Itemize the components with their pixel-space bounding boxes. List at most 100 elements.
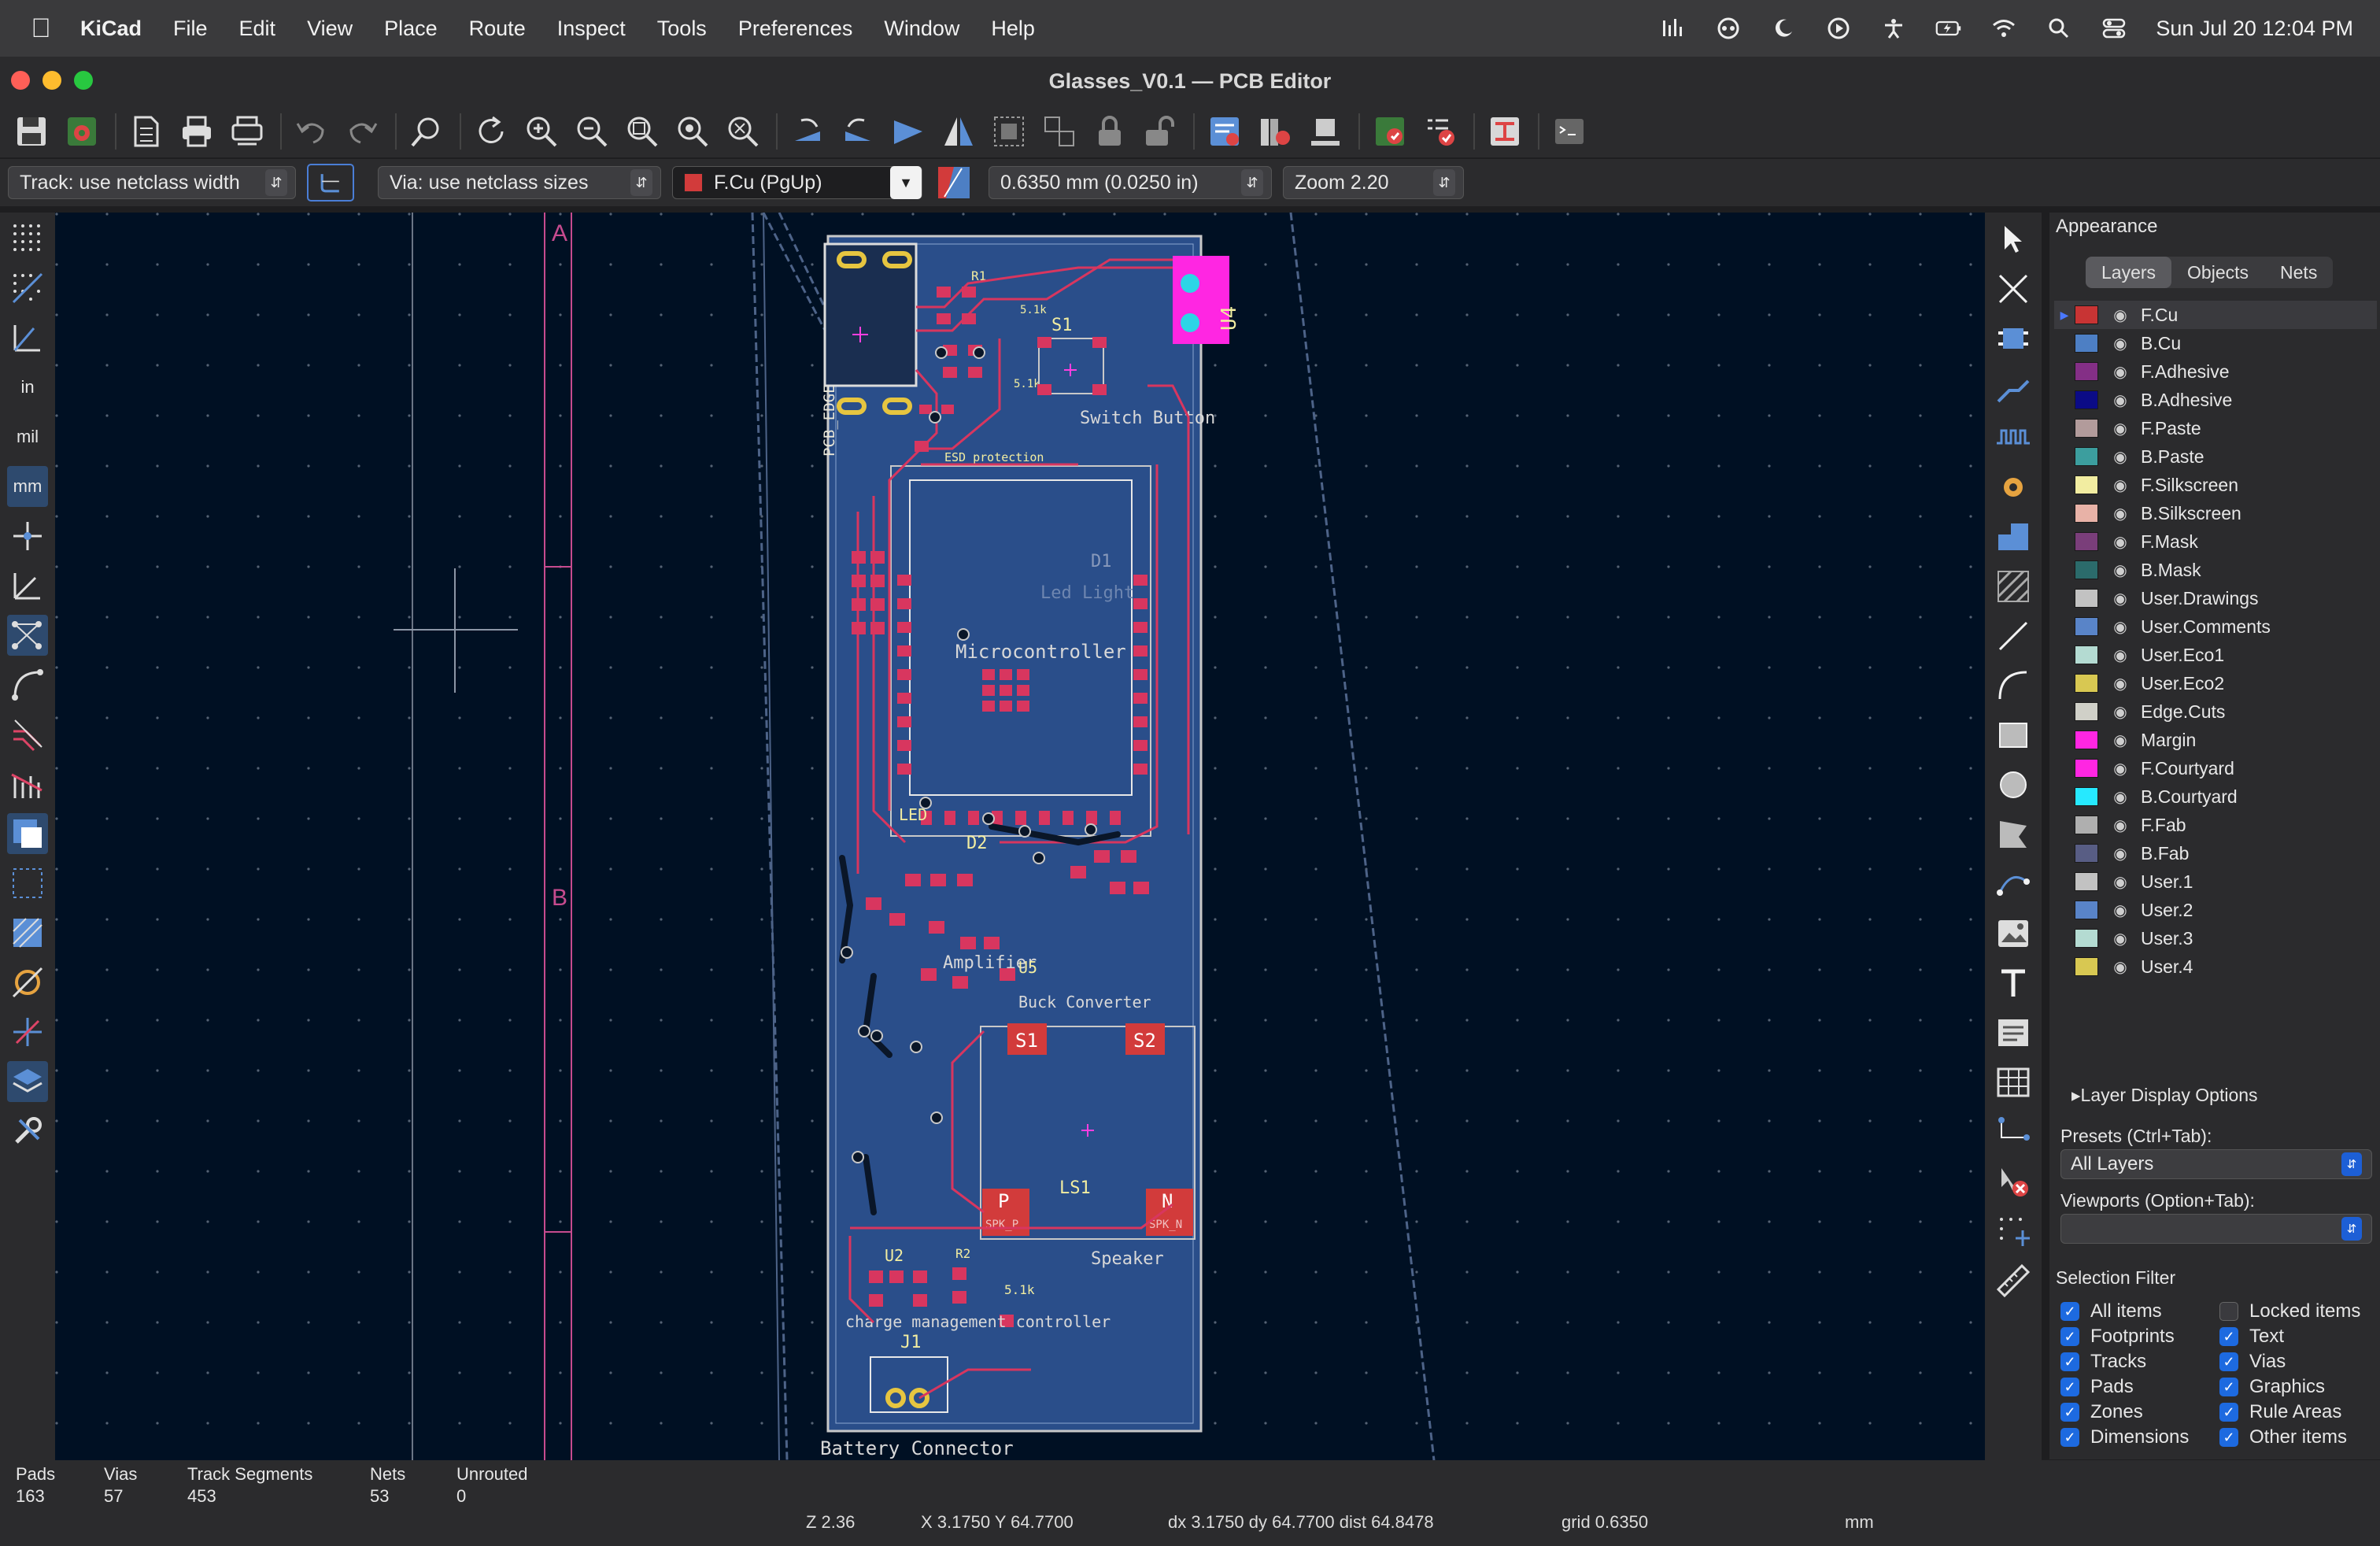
layer-color-swatch[interactable] — [2075, 475, 2098, 494]
layer-row[interactable]: ◉ F.Courtyard — [2054, 754, 2377, 782]
layer-color-swatch[interactable] — [2075, 702, 2098, 721]
draw-rectangle-button[interactable] — [1993, 715, 2034, 756]
layer-display-options-toggle[interactable]: ▸Layer Display Options — [2071, 1085, 2258, 1106]
tune-length-button[interactable] — [1993, 417, 2034, 458]
checkbox[interactable]: ✓ — [2219, 1378, 2238, 1396]
layer-color-swatch[interactable] — [2075, 816, 2098, 834]
draw-polygon-button[interactable] — [1993, 814, 2034, 855]
add-table-button[interactable] — [1993, 1062, 2034, 1103]
footprint-editor-button[interactable] — [1305, 111, 1346, 152]
layer-color-swatch[interactable] — [2075, 334, 2098, 353]
layer-row[interactable]: ◉ User.3 — [2054, 924, 2377, 952]
add-image-button[interactable] — [1993, 913, 2034, 954]
visibility-eye-icon[interactable]: ◉ — [2109, 334, 2131, 353]
filter-checkbox-item[interactable]: ✓ Graphics — [2219, 1376, 2325, 1398]
checkbox[interactable]: ✓ — [2219, 1352, 2238, 1371]
zoom-in-button[interactable] — [521, 111, 562, 152]
visibility-eye-icon[interactable]: ◉ — [2109, 901, 2131, 920]
accessibility-icon[interactable] — [1880, 17, 1907, 40]
zoom-window-button[interactable] — [74, 71, 93, 90]
find-button[interactable] — [406, 111, 447, 152]
rule-area-button[interactable] — [1993, 566, 2034, 607]
filter-checkbox-item[interactable]: ✓ Vias — [2219, 1351, 2286, 1373]
spotlight-search-icon[interactable] — [2046, 17, 2072, 40]
layer-color-swatch[interactable] — [2075, 305, 2098, 324]
visibility-eye-icon[interactable]: ◉ — [2109, 787, 2131, 807]
delete-tool-button[interactable] — [1993, 1161, 2034, 1202]
lock-button[interactable] — [1089, 111, 1130, 152]
layer-row[interactable]: ◉ Edge.Cuts — [2054, 697, 2377, 726]
refresh-button[interactable] — [471, 111, 512, 152]
control-center-icon[interactable] — [2101, 17, 2127, 40]
zone-fill-button[interactable] — [7, 912, 48, 953]
via-size-select[interactable]: Via: use netclass sizes ⇵ — [378, 166, 661, 199]
show-pads-button[interactable] — [7, 764, 48, 804]
layer-color-swatch[interactable] — [2075, 759, 2098, 778]
high-contrast-button[interactable] — [7, 813, 48, 854]
filter-checkbox-item[interactable]: Locked items — [2219, 1300, 2360, 1322]
layer-row[interactable]: ◉ F.Silkscreen — [2054, 471, 2377, 499]
checkbox[interactable]: ✓ — [2060, 1327, 2079, 1346]
angle-snap-button[interactable] — [7, 565, 48, 606]
units-mil-button[interactable]: mil — [7, 416, 48, 457]
menu-place[interactable]: Place — [384, 17, 438, 41]
checkbox[interactable]: ✓ — [2219, 1428, 2238, 1447]
ratsnest-button[interactable] — [7, 615, 48, 656]
undo-button[interactable] — [291, 111, 332, 152]
layer-color-swatch[interactable] — [2075, 560, 2098, 579]
pcb-drawing[interactable]: A B PCB_EDGE U4 R1 5.1k 5.1k S1 Switch B… — [55, 213, 1985, 1460]
filter-checkbox-item[interactable]: ✓ Rule Areas — [2219, 1401, 2341, 1423]
visibility-eye-icon[interactable]: ◉ — [2109, 362, 2131, 382]
layer-row[interactable]: ◉ F.Mask — [2054, 527, 2377, 556]
local-ratsnest-button[interactable] — [1993, 268, 2034, 309]
layer-row[interactable]: ◉ B.Adhesive — [2054, 386, 2377, 414]
board-setup-button[interactable] — [61, 111, 102, 152]
layer-color-swatch[interactable] — [2075, 957, 2098, 976]
cursor-style-button[interactable] — [7, 516, 48, 557]
layer-pair-button[interactable] — [933, 164, 974, 202]
layer-color-swatch[interactable] — [2075, 730, 2098, 749]
visibility-eye-icon[interactable]: ◉ — [2109, 504, 2131, 523]
tab-objects[interactable]: Objects — [2171, 257, 2264, 288]
visibility-eye-icon[interactable]: ◉ — [2109, 589, 2131, 608]
layer-row[interactable]: ◉ B.Fab — [2054, 839, 2377, 867]
net-colors-button[interactable] — [7, 1012, 48, 1052]
plot-button[interactable] — [227, 111, 268, 152]
layer-color-swatch[interactable] — [2075, 617, 2098, 636]
draw-circle-button[interactable] — [1993, 764, 2034, 805]
filter-checkbox-item[interactable]: ✓ Pads — [2060, 1376, 2134, 1398]
menubar-clock[interactable]: Sun Jul 20 12:04 PM — [2156, 17, 2353, 41]
checkbox[interactable]: ✓ — [2060, 1428, 2079, 1447]
menu-file[interactable]: File — [173, 17, 208, 41]
add-text-button[interactable] — [1993, 963, 2034, 1004]
layer-color-swatch[interactable] — [2075, 645, 2098, 664]
menu-app-name[interactable]: KiCad — [80, 17, 142, 41]
visibility-eye-icon[interactable]: ◉ — [2109, 419, 2131, 438]
layer-color-swatch[interactable] — [2075, 929, 2098, 948]
schematic-button[interactable] — [1484, 111, 1525, 152]
filter-checkbox-item[interactable]: ✓ Text — [2219, 1326, 2284, 1348]
checkbox[interactable]: ✓ — [2060, 1352, 2079, 1371]
layer-color-swatch[interactable] — [2075, 872, 2098, 891]
layer-row[interactable]: ◉ User.1 — [2054, 867, 2377, 896]
units-mm-button[interactable]: mm — [7, 466, 48, 507]
via-display-button[interactable] — [7, 962, 48, 1003]
filter-checkbox-item[interactable]: ✓ Zones — [2060, 1401, 2143, 1423]
page-settings-button[interactable] — [126, 111, 167, 152]
pcb-canvas[interactable]: A B PCB_EDGE U4 R1 5.1k 5.1k S1 Switch B… — [55, 213, 1985, 1460]
ungroup-button[interactable] — [1039, 111, 1080, 152]
layer-row[interactable]: ◉ User.2 — [2054, 896, 2377, 924]
units-inch-button[interactable]: in — [7, 367, 48, 408]
visibility-eye-icon[interactable]: ◉ — [2109, 305, 2131, 325]
zoom-fit-button[interactable] — [622, 111, 663, 152]
layer-row[interactable]: ◉ F.Fab — [2054, 811, 2377, 839]
add-footprint-button[interactable] — [1993, 318, 2034, 359]
layer-color-swatch[interactable] — [2075, 787, 2098, 806]
tools-settings-button[interactable] — [7, 1111, 48, 1152]
zoom-out-button[interactable] — [571, 111, 612, 152]
minimize-window-button[interactable] — [42, 71, 61, 90]
save-button[interactable] — [11, 111, 52, 152]
grid-toggle-button[interactable] — [7, 218, 48, 259]
auto-track-width-toggle[interactable] — [307, 164, 354, 202]
layer-row[interactable]: ◉ User.Comments — [2054, 612, 2377, 641]
